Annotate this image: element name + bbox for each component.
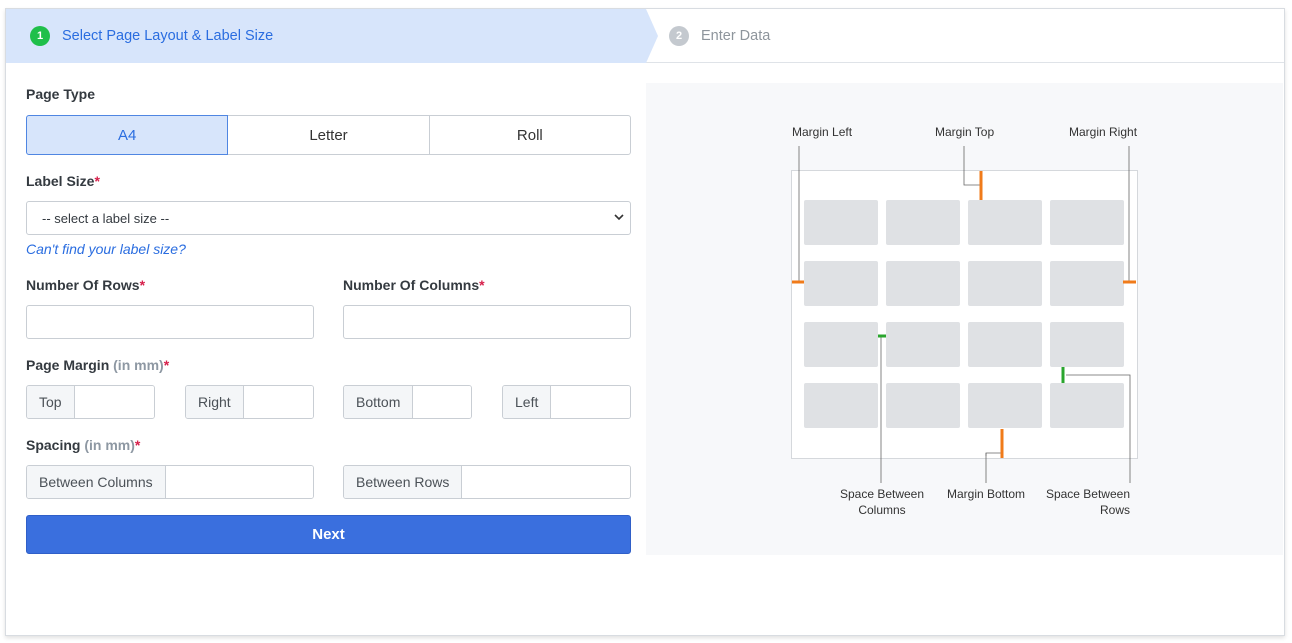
spacing-unit: (in mm) <box>84 437 135 453</box>
label-cell <box>1050 322 1124 367</box>
label-size-text: Label Size <box>26 173 95 189</box>
step-number: 1 <box>30 26 50 46</box>
label-size-value: -- select a label size -- <box>42 210 170 226</box>
layout-diagram-panel: Margin Left Margin Top Margin Right Spac… <box>646 83 1283 555</box>
required-mark: * <box>479 277 485 293</box>
margin-left-group: Left <box>502 385 631 419</box>
step-number: 2 <box>669 26 689 46</box>
page-type-letter-button[interactable]: Letter <box>227 115 430 155</box>
columns-input[interactable] <box>343 305 631 339</box>
label-cell <box>1050 261 1124 306</box>
columns-label-text: Number Of Columns <box>343 277 480 293</box>
label-cell <box>804 200 878 245</box>
margin-right-caption: Margin Right <box>1069 125 1138 139</box>
margin-right-input[interactable] <box>243 386 313 418</box>
margin-left-input[interactable] <box>551 386 630 418</box>
page-type-label: Page Type <box>26 86 95 102</box>
margin-bottom-input[interactable] <box>413 386 471 418</box>
spacing-text: Spacing <box>26 437 81 453</box>
label-setup-card: 1 Select Page Layout & Label Size 2 Ente… <box>5 8 1285 636</box>
label-cell <box>886 261 960 306</box>
active-step-arrow <box>646 9 658 63</box>
margin-top-caption: Margin Top <box>935 125 994 139</box>
space-between-columns-caption-2: Columns <box>858 503 905 517</box>
step-label: Select Page Layout & Label Size <box>62 28 274 44</box>
label-cell <box>886 200 960 245</box>
label-cell <box>1050 383 1124 428</box>
layout-diagram: Margin Left Margin Top Margin Right Spac… <box>791 125 1138 517</box>
required-mark: * <box>134 437 141 453</box>
margin-top-addon: Top <box>27 386 75 418</box>
page-margin-text: Page Margin <box>26 357 110 373</box>
label-size-select[interactable]: -- select a label size -- <box>26 201 631 235</box>
space-between-columns-caption-1: Space Between <box>840 487 924 501</box>
chevron-down-icon <box>614 214 624 221</box>
margin-right-addon: Right <box>186 386 244 418</box>
margin-right-group: Right <box>185 385 314 419</box>
label-cell <box>886 383 960 428</box>
rows-label: Number Of Rows* <box>26 277 145 293</box>
label-cell <box>886 322 960 367</box>
rows-input[interactable] <box>26 305 314 339</box>
margin-bottom-group: Bottom <box>343 385 472 419</box>
page-type-toggle: A4 Letter Roll <box>26 115 631 155</box>
space-between-rows-caption-2: Rows <box>1100 503 1130 517</box>
label-cell <box>1050 200 1124 245</box>
between-rows-input[interactable] <box>462 466 630 498</box>
label-cell <box>968 322 1042 367</box>
space-between-rows-caption-1: Space Between <box>1046 487 1130 501</box>
label-size-label: Label Size* <box>26 173 100 189</box>
margin-left-addon: Left <box>503 386 552 418</box>
page-margin-label: Page Margin (in mm)* <box>26 357 169 373</box>
label-cell <box>804 261 878 306</box>
page-type-a4-button[interactable]: A4 <box>26 115 229 155</box>
margin-bottom-caption: Margin Bottom <box>947 487 1025 501</box>
between-columns-addon: Between Columns <box>27 466 166 498</box>
step-label: Enter Data <box>701 28 771 44</box>
spacing-label: Spacing (in mm)* <box>26 437 140 453</box>
between-rows-group: Between Rows <box>343 465 631 499</box>
between-columns-input[interactable] <box>165 466 313 498</box>
step-select-layout[interactable]: 1 Select Page Layout & Label Size <box>30 9 273 63</box>
label-cell <box>968 261 1042 306</box>
columns-label: Number Of Columns* <box>343 277 485 293</box>
label-cell <box>804 322 878 367</box>
page-type-roll-button[interactable]: Roll <box>428 115 631 155</box>
page-margin-unit: (in mm) <box>113 357 164 373</box>
required-mark: * <box>163 357 170 373</box>
label-cell <box>968 383 1042 428</box>
margin-left-caption: Margin Left <box>792 125 853 139</box>
margin-top-group: Top <box>26 385 155 419</box>
margin-bottom-addon: Bottom <box>344 386 414 418</box>
label-cell <box>804 383 878 428</box>
cant-find-label-size-link[interactable]: Can't find your label size? <box>26 241 186 257</box>
required-mark: * <box>94 173 100 189</box>
margin-top-input[interactable] <box>74 386 154 418</box>
wizard-steps: 1 Select Page Layout & Label Size 2 Ente… <box>6 9 1284 63</box>
next-button[interactable]: Next <box>26 515 631 554</box>
between-rows-addon: Between Rows <box>344 466 463 498</box>
step-enter-data[interactable]: 2 Enter Data <box>669 9 770 63</box>
between-columns-group: Between Columns <box>26 465 314 499</box>
label-cell <box>968 200 1042 245</box>
required-mark: * <box>139 277 146 293</box>
rows-label-text: Number Of Rows <box>26 277 140 293</box>
